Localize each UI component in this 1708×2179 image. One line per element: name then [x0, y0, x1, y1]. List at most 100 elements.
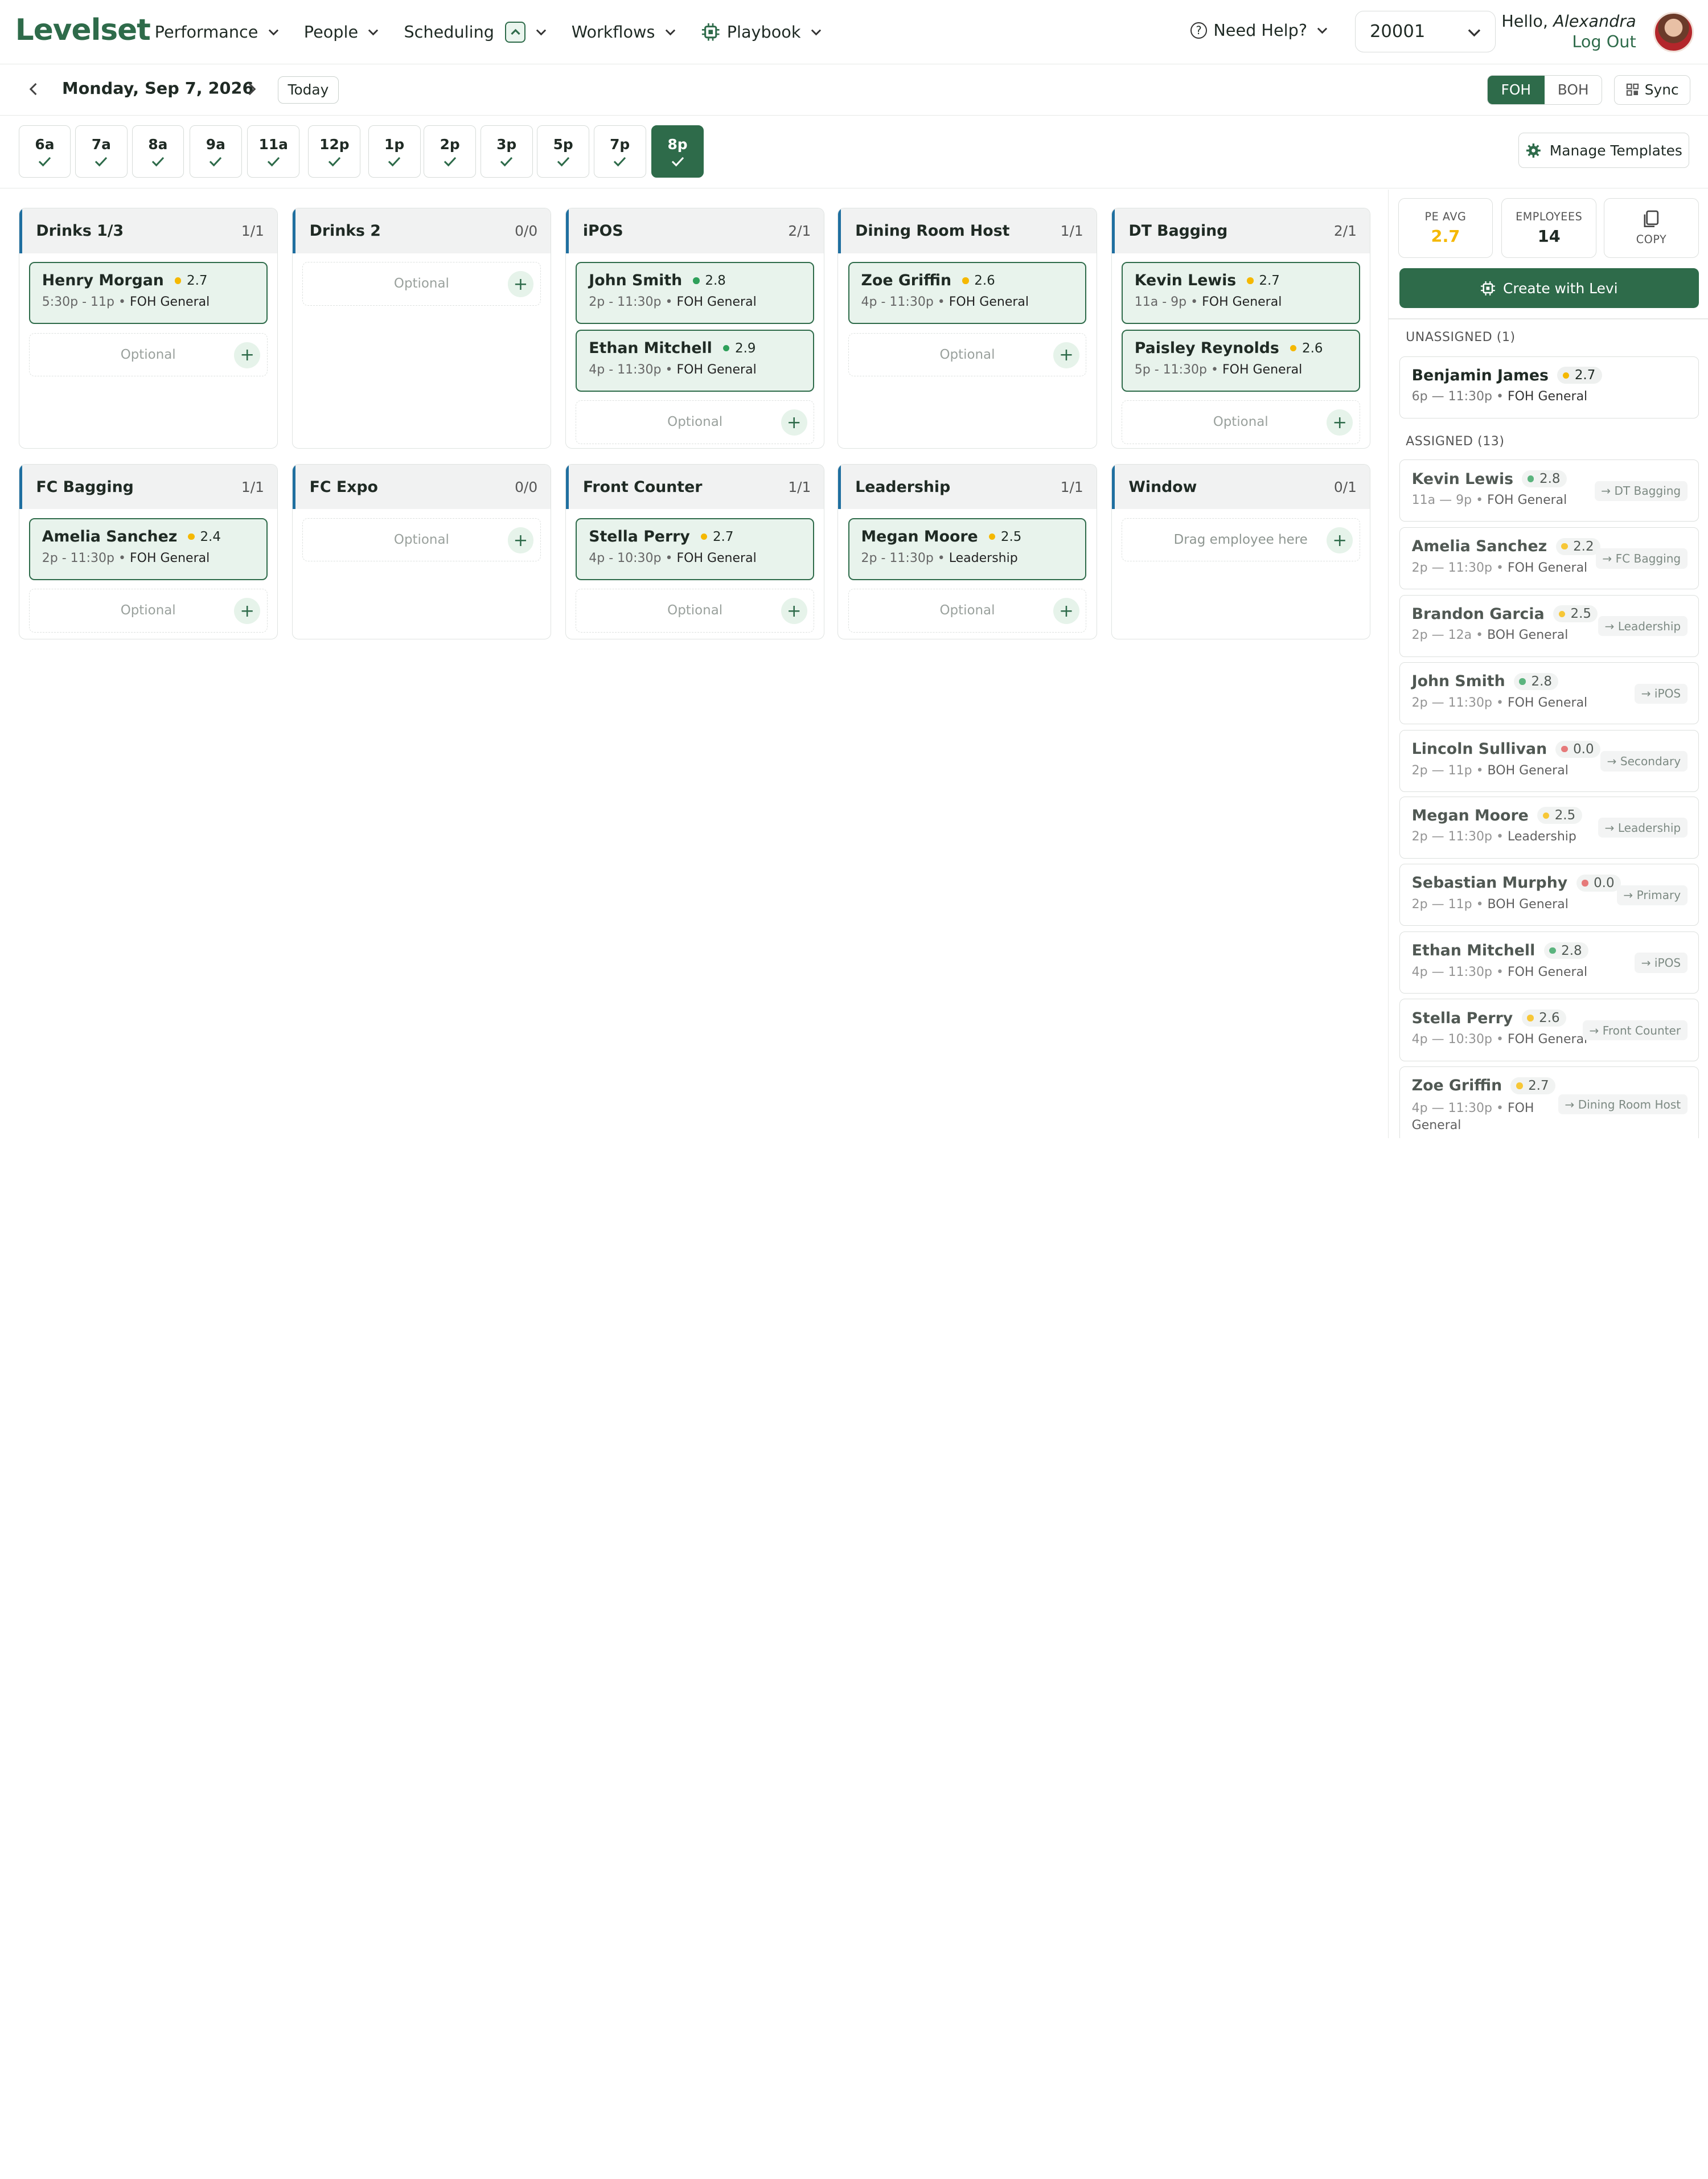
drop-zone[interactable]: Drag employee here+ — [1122, 518, 1360, 562]
assigned-employee-card[interactable]: Ethan Mitchell2.8 4p — 11:30p • FOH Gene… — [1399, 931, 1699, 994]
manage-templates-button[interactable]: Manage Templates — [1518, 133, 1689, 167]
nav-workflows[interactable]: Workflows — [572, 22, 677, 42]
optional-slot[interactable]: Optional + — [1122, 400, 1360, 444]
assigned-employee-slot[interactable]: Kevin Lewis2.7 11a - 9p • FOH General — [1122, 262, 1360, 324]
optional-slot[interactable]: Optional+ — [29, 589, 268, 633]
foh-tab[interactable]: FOH — [1488, 76, 1545, 104]
optional-slot[interactable]: Optional + — [576, 589, 814, 633]
assigned-employee-slot[interactable]: Ethan Mitchell2.9 4p - 11:30p • FOH Gene… — [576, 330, 814, 392]
station-title: Drinks 1/3 — [36, 222, 124, 240]
assigned-employee-slot[interactable]: Megan Moore2.5 2p - 11:30p • Leadership — [848, 518, 1087, 580]
optional-label: Optional — [667, 603, 722, 618]
hour-11a[interactable]: 11a — [247, 125, 299, 178]
assigned-employee-slot[interactable]: John Smith2.8 2p - 11:30p • FOH General — [576, 262, 814, 324]
plus-icon[interactable]: + — [1327, 409, 1353, 436]
assigned-employee-slot[interactable]: Stella Perry2.7 4p - 10:30p • FOH Genera… — [576, 518, 814, 580]
hour-3p[interactable]: 3p — [481, 125, 533, 178]
sync-button[interactable]: Sync — [1614, 75, 1690, 105]
plus-icon[interactable]: + — [508, 527, 534, 553]
hour-7p[interactable]: 7p — [594, 125, 646, 178]
plus-icon[interactable]: + — [781, 598, 807, 624]
station-title: FC Bagging — [36, 478, 133, 496]
hour-5p[interactable]: 5p — [537, 125, 589, 178]
date-bar: Monday, Sep 7, 2026 Today FOH BOH Sync — [0, 64, 1708, 116]
assigned-employee-slot[interactable]: Henry Morgan2.7 5:30p - 11p • FOH Genera… — [29, 262, 268, 324]
hour-6a[interactable]: 6a — [19, 125, 71, 178]
score-badge: 2.7 — [175, 273, 208, 288]
assigned-employee-card[interactable]: Zoe Griffin2.7 4p — 11:30p • FOH General… — [1399, 1066, 1699, 1138]
avatar[interactable] — [1653, 12, 1694, 52]
shift-meta: 11a - 9p • FOH General — [1135, 295, 1347, 309]
nav-people[interactable]: People — [304, 22, 380, 42]
check-icon — [613, 156, 626, 167]
plus-icon[interactable]: + — [508, 271, 534, 297]
chevron-down-icon — [664, 26, 677, 39]
nav-performance[interactable]: Performance — [155, 22, 280, 42]
hour-9a[interactable]: 9a — [190, 125, 242, 178]
check-icon — [267, 156, 280, 167]
copy-button[interactable]: COPY — [1604, 198, 1698, 258]
optional-slot[interactable]: Optional+ — [576, 400, 814, 444]
assigned-employee-card[interactable]: Brandon Garcia2.5 2p — 12a • BOH General… — [1399, 595, 1699, 657]
optional-slot[interactable]: Optional+ — [29, 333, 268, 377]
hour-7a[interactable]: 7a — [75, 125, 128, 178]
today-button[interactable]: Today — [278, 76, 339, 104]
employee-name: Kevin Lewis — [1135, 272, 1236, 289]
hour-label: 8a — [148, 136, 167, 153]
nav-playbook[interactable]: Playbook — [701, 22, 823, 42]
sync-icon — [1626, 83, 1639, 96]
store-select[interactable]: 20001 — [1355, 11, 1496, 52]
nav-scheduling[interactable]: Scheduling — [404, 22, 547, 42]
assigned-employee-card[interactable]: Kevin Lewis2.8 11a — 9p • FOH General → … — [1399, 459, 1699, 522]
hour-1p[interactable]: 1p — [368, 125, 421, 178]
optional-slot[interactable]: Optional+ — [848, 589, 1087, 633]
store-select-value: 20001 — [1370, 22, 1425, 42]
assigned-employee-slot[interactable]: Zoe Griffin2.6 4p - 11:30p • FOH General — [848, 262, 1087, 324]
check-icon — [444, 156, 457, 167]
hour-8p-selected[interactable]: 8p — [651, 125, 704, 178]
assigned-employee-card[interactable]: John Smith2.8 2p — 11:30p • FOH General … — [1399, 662, 1699, 724]
plus-icon[interactable]: + — [1053, 342, 1079, 368]
create-with-levi-button[interactable]: Create with Levi — [1399, 268, 1699, 309]
hour-label: 8p — [667, 136, 687, 153]
station-title: DT Bagging — [1128, 222, 1227, 240]
score-badge: 2.8 — [1514, 673, 1559, 690]
brand-logo[interactable]: Levelset — [15, 13, 150, 47]
chevron-down-icon — [810, 26, 823, 39]
hour-12p[interactable]: 12p — [308, 125, 360, 178]
score-badge: 0.0 — [1576, 875, 1621, 892]
logout-link[interactable]: Log Out — [1501, 31, 1636, 52]
plus-icon[interactable]: + — [234, 342, 260, 368]
optional-slot[interactable]: Optional+ — [302, 518, 541, 562]
hour-2p[interactable]: 2p — [424, 125, 476, 178]
plus-icon[interactable]: + — [1327, 527, 1353, 553]
assigned-employee-card[interactable]: Amelia Sanchez2.2 2p — 11:30p • FOH Gene… — [1399, 527, 1699, 589]
plus-icon[interactable]: + — [1053, 598, 1079, 624]
check-icon — [500, 156, 513, 167]
plus-icon[interactable]: + — [781, 409, 807, 436]
station-dt-bagging: DT Bagging 2/1 Kevin Lewis2.7 11a - 9p •… — [1111, 208, 1370, 449]
assigned-employee-slot[interactable]: Amelia Sanchez2.4 2p - 11:30p • FOH Gene… — [29, 518, 268, 580]
assigned-employee-card[interactable]: Stella Perry2.6 4p — 10:30p • FOH Genera… — [1399, 999, 1699, 1061]
station-title: FC Expo — [310, 478, 378, 496]
assigned-employee-card[interactable]: Sebastian Murphy0.0 2p — 11p • BOH Gener… — [1399, 864, 1699, 926]
prev-day-button[interactable] — [24, 80, 43, 99]
need-help-menu[interactable]: ? Need Help? — [1190, 20, 1329, 40]
assigned-employee-slot[interactable]: Paisley Reynolds2.6 5p - 11:30p • FOH Ge… — [1122, 330, 1360, 392]
assigned-employee-card[interactable]: Lincoln Sullivan0.0 2p — 11p • BOH Gener… — [1399, 730, 1699, 792]
optional-slot[interactable]: Optional+ — [302, 262, 541, 306]
shift-meta: 4p - 11:30p • FOH General — [861, 295, 1074, 309]
station-window: Window 0/1 Drag employee here+ — [1111, 464, 1370, 639]
next-day-button[interactable] — [242, 80, 261, 99]
score-badge: 2.5 — [1537, 807, 1582, 824]
boh-tab[interactable]: BOH — [1545, 76, 1602, 104]
optional-label: Optional — [1213, 415, 1268, 429]
assigned-employee-card[interactable]: Megan Moore2.5 2p — 11:30p • Leadership … — [1399, 797, 1699, 859]
optional-slot[interactable]: Optional+ — [848, 333, 1087, 377]
hour-8a[interactable]: 8a — [132, 125, 184, 178]
employees-label: EMPLOYEES — [1516, 210, 1582, 223]
unassigned-employee-card[interactable]: Benjamin James2.7 6p — 11:30p • FOH Gene… — [1399, 356, 1699, 418]
station-header: Window 0/1 — [1112, 465, 1370, 509]
plus-icon[interactable]: + — [234, 598, 260, 624]
station-header: FC Expo 0/0 — [293, 465, 551, 509]
